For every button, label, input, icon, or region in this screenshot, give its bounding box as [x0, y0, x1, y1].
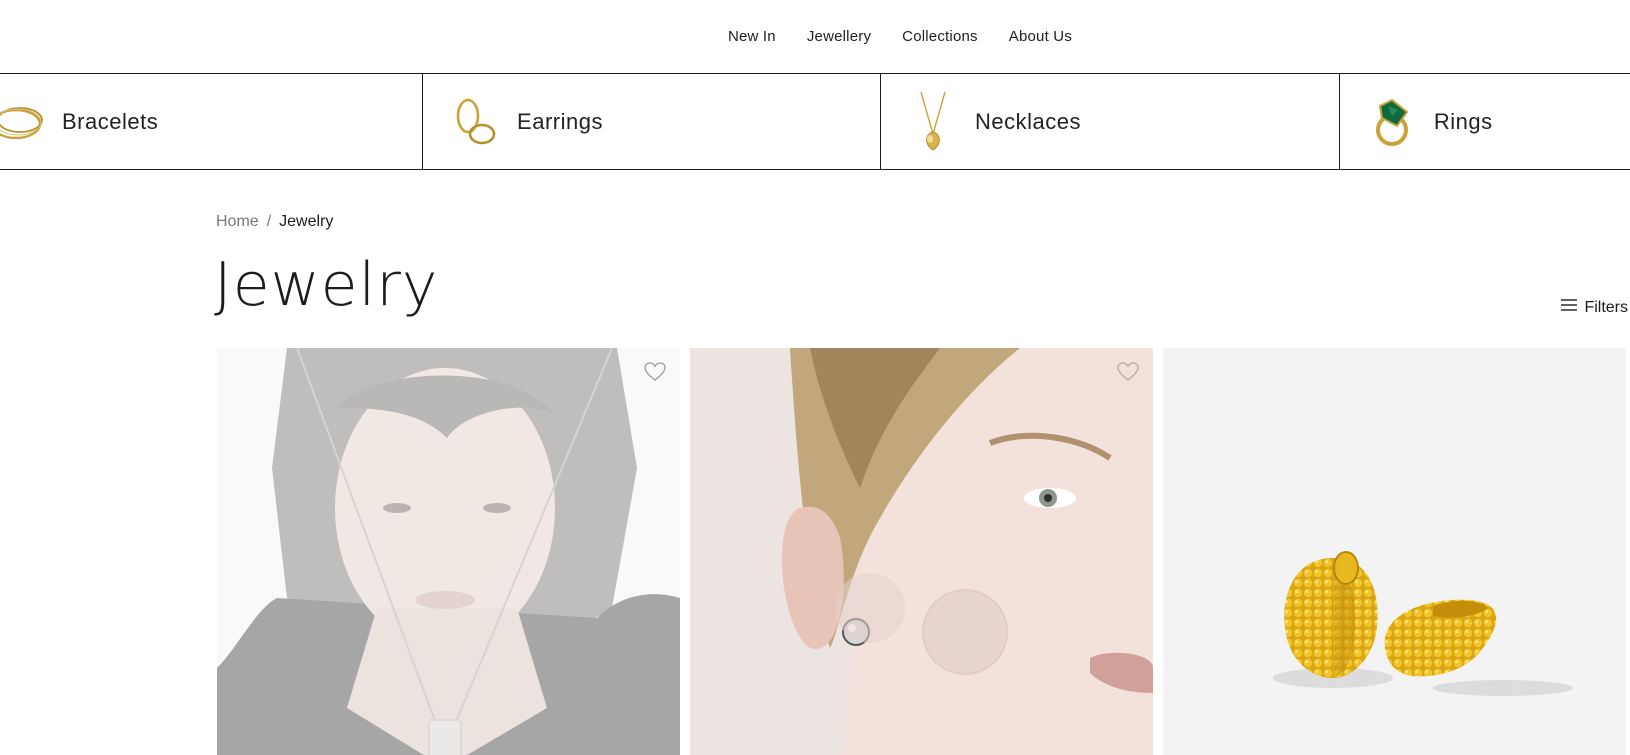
nav-menu: New In Jewellery Collections About Us	[558, 28, 1072, 46]
breadcrumb: Home / Jewelry	[216, 213, 333, 231]
earrings-icon	[447, 90, 503, 154]
menu-lines-icon	[1560, 298, 1578, 317]
ring-icon	[1364, 90, 1420, 154]
breadcrumb-separator: /	[266, 213, 272, 230]
nav-item-jewellery[interactable]: Jewellery	[807, 28, 871, 45]
filters-label: Filters	[1584, 298, 1628, 316]
heart-icon[interactable]	[1117, 362, 1139, 382]
bracelet-icon	[0, 90, 48, 154]
category-label: Earrings	[517, 108, 603, 134]
category-necklaces[interactable]: Necklaces	[881, 74, 1340, 169]
gold-hoop-earrings-photo	[1163, 348, 1626, 755]
top-navigation: New In Jewellery Collections About Us	[0, 0, 1630, 74]
nav-item-about-us[interactable]: About Us	[1009, 28, 1072, 45]
nav-item-new-in[interactable]: New In	[728, 28, 776, 45]
heart-icon[interactable]	[644, 362, 666, 382]
nav-item-collections[interactable]: Collections	[902, 28, 978, 45]
breadcrumb-home[interactable]: Home	[216, 213, 259, 231]
category-rings[interactable]: Rings	[1340, 74, 1630, 169]
filters-button[interactable]: Filters	[1560, 298, 1628, 317]
category-earrings[interactable]: Earrings	[423, 74, 881, 169]
category-label: Necklaces	[974, 108, 1081, 134]
page-title: Jewelry	[214, 250, 439, 320]
category-strip: Bracelets Earrings Necklaces Rings	[0, 74, 1630, 170]
product-card[interactable]	[1163, 348, 1626, 755]
page: New In Jewellery Collections About Us Br…	[0, 0, 1630, 755]
model-necklace-photo	[217, 348, 680, 755]
product-card[interactable]	[690, 348, 1153, 755]
category-label: Bracelets	[62, 108, 159, 134]
model-earring-photo	[690, 348, 1153, 755]
product-card[interactable]	[217, 348, 680, 755]
product-grid	[217, 348, 1626, 755]
breadcrumb-current: Jewelry	[279, 213, 334, 230]
category-bracelets[interactable]: Bracelets	[0, 74, 424, 169]
necklace-icon	[905, 90, 961, 154]
category-label: Rings	[1433, 108, 1493, 134]
